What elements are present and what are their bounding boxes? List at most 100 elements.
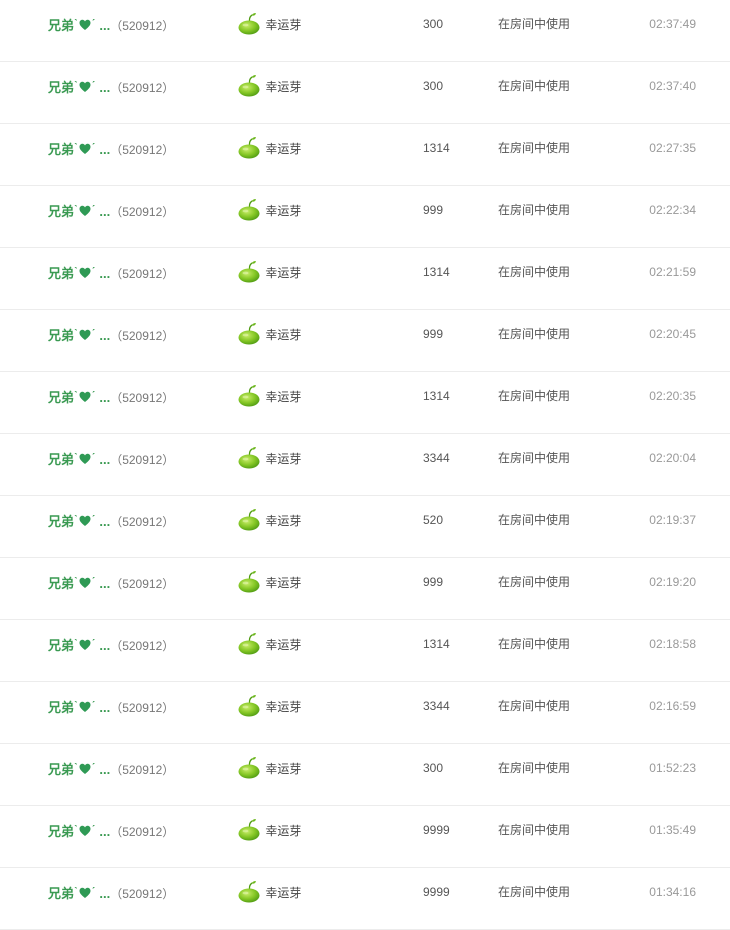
gift-name: 幸运芽 xyxy=(265,699,302,714)
table-row: 兄弟ˋˊ...（520912） 幸运芽 3344 在房间中使用 02:20: xyxy=(0,434,730,496)
user-deco-left: ˋ xyxy=(74,638,78,650)
table-row: 兄弟ˋˊ...（520912） 幸运芽 9999 在房间中使用 01:35: xyxy=(0,806,730,868)
timestamp: 01:52:23 xyxy=(649,761,696,775)
user-deco-left: ˋ xyxy=(74,266,78,278)
user-name-link[interactable]: 兄弟 xyxy=(48,18,74,33)
gift-name: 幸运芽 xyxy=(265,761,302,776)
heart-icon xyxy=(79,267,91,278)
user-name-link[interactable]: 兄弟 xyxy=(48,576,74,591)
sprout-bean-icon xyxy=(238,880,260,903)
gift-name: 幸运芽 xyxy=(265,141,302,156)
heart-icon xyxy=(79,143,91,154)
gift-cell: 幸运芽 xyxy=(237,0,357,48)
gift-amount: 999 xyxy=(423,327,444,341)
user-name-ellipsis: ... xyxy=(99,390,111,405)
gift-amount: 1314 xyxy=(423,389,450,403)
user-deco-left: ˋ xyxy=(74,80,78,92)
user-id: （520912） xyxy=(110,639,175,653)
user-deco-right: ˊ xyxy=(91,638,96,650)
timestamp: 02:20:04 xyxy=(649,451,696,465)
gift-amount: 520 xyxy=(423,513,444,527)
user-deco-left: ˋ xyxy=(74,142,78,154)
user-name-link[interactable]: 兄弟 xyxy=(48,700,74,715)
gift-amount: 9999 xyxy=(423,823,450,837)
user-cell: 兄弟ˋ ˊ ...（520912） xyxy=(48,248,228,296)
user-id: （520912） xyxy=(110,205,175,219)
user-name-link[interactable]: 兄弟 xyxy=(48,142,74,157)
user-deco-right: ˊ xyxy=(91,824,96,836)
gift-cell: 幸运芽 xyxy=(237,62,357,110)
user-name-link[interactable]: 兄弟 xyxy=(48,328,74,343)
sprout-bean-icon xyxy=(238,446,260,469)
gift-cell: 幸运芽 xyxy=(237,558,357,606)
user-name-link[interactable]: 兄弟 xyxy=(48,266,74,281)
user-name-ellipsis: ... xyxy=(99,824,111,839)
gift-cell: 幸运芽 xyxy=(237,186,357,234)
user-deco-left: ˋ xyxy=(74,328,78,340)
gift-cell: 幸运芽 xyxy=(237,496,357,544)
gift-name: 幸运芽 xyxy=(265,389,302,404)
timestamp: 02:19:37 xyxy=(649,513,696,527)
heart-icon xyxy=(79,577,91,588)
user-deco-right: ˊ xyxy=(91,886,96,898)
timestamp: 02:21:59 xyxy=(649,265,696,279)
user-name-link[interactable]: 兄弟 xyxy=(48,80,74,95)
user-name-link[interactable]: 兄弟 xyxy=(48,824,74,839)
gift-amount: 999 xyxy=(423,203,444,217)
user-cell: 兄弟ˋ ˊ ...（520912） xyxy=(48,62,228,110)
gift-amount: 1314 xyxy=(423,637,450,651)
user-name-ellipsis: ... xyxy=(99,204,111,219)
user-name-link[interactable]: 兄弟 xyxy=(48,390,74,405)
user-name-ellipsis: ... xyxy=(99,576,111,591)
user-name-ellipsis: ... xyxy=(99,328,111,343)
user-id: （520912） xyxy=(110,515,175,529)
gift-amount: 999 xyxy=(423,575,444,589)
heart-icon xyxy=(79,329,91,340)
user-cell: 兄弟ˋ ˊ ...（520912） xyxy=(48,620,228,668)
sprout-bean-icon xyxy=(238,632,260,655)
user-name-link[interactable]: 兄弟 xyxy=(48,762,74,777)
gift-cell: 幸运芽 xyxy=(237,620,357,668)
gift-name: 幸运芽 xyxy=(265,203,302,218)
gift-cell: 幸运芽 xyxy=(237,744,357,792)
user-cell: 兄弟ˋ ˊ ...（520912） xyxy=(48,310,228,358)
user-name-link[interactable]: 兄弟 xyxy=(48,886,74,901)
user-cell: 兄弟ˋ ˊ ...（520912） xyxy=(48,744,228,792)
sprout-bean-icon xyxy=(238,818,260,841)
sprout-bean-icon xyxy=(238,74,260,97)
user-id: （520912） xyxy=(110,391,175,405)
usage-description: 在房间中使用 xyxy=(498,513,571,527)
table-row: 兄弟ˋˊ...（520912） 幸运芽 3344 在房间中使用 02:16: xyxy=(0,682,730,744)
user-name-ellipsis: ... xyxy=(99,18,111,33)
heart-icon xyxy=(79,763,91,774)
table-row: 兄弟ˋˊ...（520912） 幸运芽 999 在房间中使用 02:19:2 xyxy=(0,558,730,620)
table-row: 兄弟ˋˊ...（520912） 幸运芽 999 在房间中使用 02:20:4 xyxy=(0,310,730,372)
user-id: （520912） xyxy=(110,267,175,281)
user-id: （520912） xyxy=(110,453,175,467)
heart-icon xyxy=(79,391,91,402)
user-name-ellipsis: ... xyxy=(99,514,111,529)
timestamp: 02:27:35 xyxy=(649,141,696,155)
gift-amount: 1314 xyxy=(423,141,450,155)
user-deco-right: ˊ xyxy=(91,452,96,464)
usage-description: 在房间中使用 xyxy=(498,265,571,279)
table-row: 兄弟ˋˊ...（520912） 幸运芽 1314 在房间中使用 02:27: xyxy=(0,124,730,186)
user-deco-right: ˊ xyxy=(91,700,96,712)
gift-name: 幸运芽 xyxy=(265,327,302,342)
gift-amount: 3344 xyxy=(423,699,450,713)
timestamp: 02:37:40 xyxy=(649,79,696,93)
heart-icon xyxy=(79,19,91,30)
usage-description: 在房间中使用 xyxy=(498,761,571,775)
user-name-link[interactable]: 兄弟 xyxy=(48,638,74,653)
user-name-ellipsis: ... xyxy=(99,886,111,901)
user-id: （520912） xyxy=(110,887,175,901)
user-name-ellipsis: ... xyxy=(99,638,111,653)
user-name-link[interactable]: 兄弟 xyxy=(48,452,74,467)
user-name-link[interactable]: 兄弟 xyxy=(48,514,74,529)
sprout-bean-icon xyxy=(238,384,260,407)
user-name-link[interactable]: 兄弟 xyxy=(48,204,74,219)
user-deco-left: ˋ xyxy=(74,452,78,464)
sprout-bean-icon xyxy=(238,694,260,717)
heart-icon xyxy=(79,639,91,650)
user-id: （520912） xyxy=(110,763,175,777)
